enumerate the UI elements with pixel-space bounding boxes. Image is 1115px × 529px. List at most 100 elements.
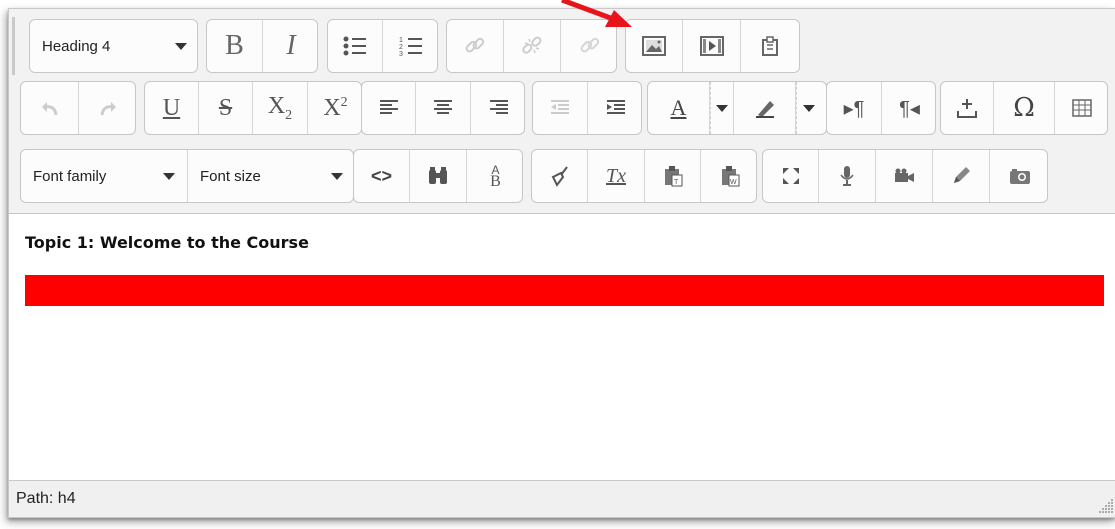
indent-icon xyxy=(606,100,625,114)
chevron-down-icon xyxy=(716,104,728,112)
background-color-dropdown[interactable] xyxy=(796,82,820,134)
ltr-button[interactable]: ▸¶ xyxy=(827,82,882,134)
fullscreen-icon xyxy=(782,168,799,184)
upload-button[interactable] xyxy=(941,82,994,134)
subscript-icon: X2 xyxy=(268,93,292,124)
align-center-button[interactable] xyxy=(416,82,471,134)
superscript-button[interactable]: X2 xyxy=(308,82,361,134)
align-right-icon xyxy=(489,100,508,114)
highlight-icon xyxy=(755,101,774,118)
bullet-list-icon xyxy=(343,36,366,56)
fullscreen-button[interactable] xyxy=(763,150,819,202)
block-format-group: Heading 4 xyxy=(29,19,198,73)
omega-icon: Ω xyxy=(1013,93,1035,123)
numbered-list-icon: 123 xyxy=(399,37,422,57)
bold-icon: B xyxy=(225,30,244,61)
numbered-list-button[interactable]: 123 xyxy=(383,20,437,72)
align-group xyxy=(361,81,525,135)
text-color-button[interactable]: A xyxy=(648,82,710,134)
insert-group: Ω xyxy=(940,81,1108,135)
record-video-button[interactable] xyxy=(876,150,933,202)
history-group xyxy=(20,81,136,135)
outdent-icon xyxy=(551,100,569,114)
unlink-icon xyxy=(522,36,542,54)
align-center-icon xyxy=(434,100,452,114)
outdent-button[interactable] xyxy=(533,82,588,134)
manage-files-icon xyxy=(762,36,778,56)
special-character-button[interactable]: Ω xyxy=(994,82,1055,134)
align-left-icon xyxy=(379,100,398,114)
font-size-select[interactable]: Font size xyxy=(188,150,353,202)
list-group: 123 xyxy=(327,19,438,73)
screenshot-button[interactable] xyxy=(990,150,1047,202)
redo-icon xyxy=(100,102,116,116)
status-bar: Path: h4 xyxy=(9,480,1115,517)
italic-icon: I xyxy=(286,30,296,61)
background-color-button[interactable] xyxy=(734,82,796,134)
manage-files-button[interactable] xyxy=(741,20,799,72)
indent-button[interactable] xyxy=(588,82,641,134)
source-code-button[interactable]: <> xyxy=(354,150,410,202)
editor-content-area[interactable]: Topic 1: Welcome to the Course xyxy=(9,214,1115,480)
insert-media-button[interactable] xyxy=(683,20,741,72)
redo-button[interactable] xyxy=(79,82,135,134)
direction-group: ▸¶ ¶◂ xyxy=(826,81,936,135)
link-button[interactable] xyxy=(447,20,504,72)
text-color-dropdown[interactable] xyxy=(710,82,734,134)
italic-button[interactable]: I xyxy=(263,20,317,72)
unlink-button[interactable] xyxy=(504,20,561,72)
svg-text:2: 2 xyxy=(399,44,403,51)
underline-button[interactable]: U xyxy=(145,82,199,134)
color-group: A xyxy=(647,81,827,135)
superscript-mark: 2 xyxy=(340,94,348,110)
tools-group: <> AB xyxy=(353,149,523,203)
text-color-letter: A xyxy=(670,95,687,120)
subscript-mark: 2 xyxy=(285,107,293,123)
strikethrough-icon: S xyxy=(218,94,233,121)
block-format-select[interactable]: Heading 4 xyxy=(30,20,197,72)
resize-handle-icon[interactable] xyxy=(1098,498,1114,514)
camera-icon xyxy=(1009,169,1030,184)
clean-html-button[interactable] xyxy=(532,150,588,202)
editor-toolbar: Heading 4 B I 123 U S X2 X2 A ▸¶ ¶◂ Ω Fo… xyxy=(9,9,1115,214)
underline-icon: U xyxy=(162,94,181,121)
align-right-button[interactable] xyxy=(471,82,524,134)
upload-icon xyxy=(957,99,977,118)
record-audio-button[interactable] xyxy=(819,150,876,202)
clear-formatting-button[interactable]: Tx xyxy=(588,150,645,202)
link-icon xyxy=(465,37,485,53)
search-button[interactable] xyxy=(410,150,467,202)
svg-text:3: 3 xyxy=(399,51,403,57)
paste-from-word-button[interactable]: W xyxy=(701,150,756,202)
font-family-select[interactable]: Font family xyxy=(21,150,188,202)
draw-button[interactable] xyxy=(933,150,990,202)
media-icon xyxy=(699,36,724,56)
replace-to: B xyxy=(490,172,501,190)
bullet-list-button[interactable] xyxy=(328,20,383,72)
paste-as-text-button[interactable]: T xyxy=(645,150,701,202)
paste-word-icon: W xyxy=(721,166,739,187)
clear-format-icon: Tx xyxy=(606,164,626,187)
rich-text-editor: Heading 4 B I 123 U S X2 X2 A ▸¶ ¶◂ Ω Fo… xyxy=(8,8,1115,518)
undo-button[interactable] xyxy=(21,82,79,134)
pencil-icon xyxy=(954,167,970,183)
subscript-letter: X xyxy=(267,92,286,119)
bold-button[interactable]: B xyxy=(207,20,263,72)
insert-image-button[interactable] xyxy=(626,20,683,72)
replace-button[interactable]: AB xyxy=(467,150,522,202)
strikethrough-button[interactable]: S xyxy=(199,82,253,134)
content-heading: Topic 1: Welcome to the Course xyxy=(25,233,309,252)
table-button[interactable] xyxy=(1055,82,1107,134)
align-left-button[interactable] xyxy=(362,82,416,134)
toolbar-grip[interactable] xyxy=(12,17,15,75)
anchor-link-button[interactable] xyxy=(561,20,616,72)
element-path: Path: h4 xyxy=(16,490,76,507)
rtl-button[interactable]: ¶◂ xyxy=(882,82,935,134)
table-icon xyxy=(1072,99,1092,117)
subscript-button[interactable]: X2 xyxy=(253,82,308,134)
text-color-icon: A xyxy=(671,95,687,121)
chevron-down-icon xyxy=(331,172,343,180)
video-camera-icon xyxy=(895,168,914,182)
link-group xyxy=(446,19,617,73)
undo-icon xyxy=(41,102,57,116)
